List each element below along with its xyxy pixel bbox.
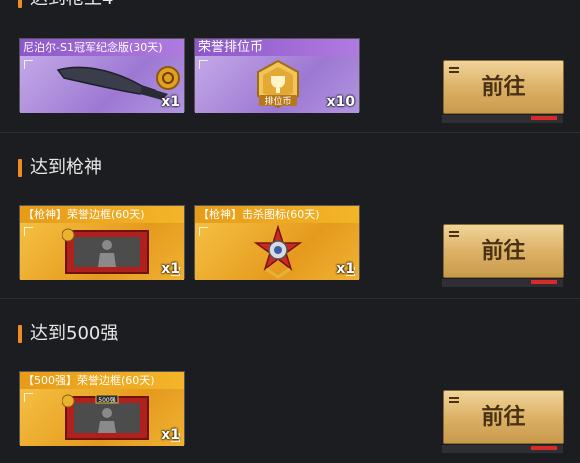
reward-image: x1	[20, 223, 184, 280]
section-divider	[0, 298, 580, 299]
reward-card-kill-badge[interactable]: 【枪神】击杀图标(60天) x1	[194, 205, 360, 280]
go-button-label: 前往	[481, 239, 526, 264]
go-button-top500[interactable]: 前往	[442, 390, 564, 453]
section-title-gun-king: 达到枪王4	[18, 0, 113, 10]
reward-quantity: x1	[161, 94, 180, 110]
honor-coin-icon: 排位币	[257, 59, 299, 109]
reward-card-frame-500[interactable]: 【500强】荣誉边框(60天) 500强 x1	[19, 371, 185, 446]
reward-image: 排位币 x10	[195, 56, 359, 113]
reward-image: x1	[195, 223, 359, 280]
reward-card-honor-coin[interactable]: 荣誉排位币 排位币 x10	[194, 38, 360, 113]
reward-image: x1	[20, 56, 184, 113]
go-button-label: 前往	[481, 75, 526, 100]
reward-name: 荣誉排位币	[195, 39, 359, 56]
section-divider	[0, 132, 580, 133]
svg-text:500强: 500强	[98, 397, 115, 404]
reward-image: 500强 x1	[20, 389, 184, 446]
go-button-gun-god[interactable]: 前往	[442, 224, 564, 287]
frame-icon	[62, 228, 149, 274]
reward-quantity: x10	[326, 94, 355, 110]
section-title-top500: 达到500强	[18, 323, 118, 345]
frame-icon: 500强	[62, 394, 149, 440]
go-button-gun-king[interactable]: 前往	[442, 60, 564, 123]
go-button-label: 前往	[481, 405, 526, 430]
section-title-gun-god: 达到枪神	[18, 157, 102, 179]
kill-badge-icon	[253, 225, 303, 279]
reward-quantity: x1	[161, 427, 180, 443]
reward-quantity: x1	[336, 261, 355, 277]
reward-card-frame[interactable]: 【枪神】荣誉边框(60天) x1	[19, 205, 185, 280]
reward-quantity: x1	[161, 261, 180, 277]
reward-name: 【枪神】荣誉边框(60天)	[20, 206, 184, 223]
reward-name: 【500强】荣誉边框(60天)	[20, 372, 184, 389]
svg-text:排位币: 排位币	[264, 95, 291, 107]
reward-name: 【枪神】击杀图标(60天)	[195, 206, 359, 223]
reward-card-knife[interactable]: 尼泊尔-S1冠军纪念版(30天) x1	[19, 38, 185, 113]
reward-name: 尼泊尔-S1冠军纪念版(30天)	[20, 39, 184, 56]
